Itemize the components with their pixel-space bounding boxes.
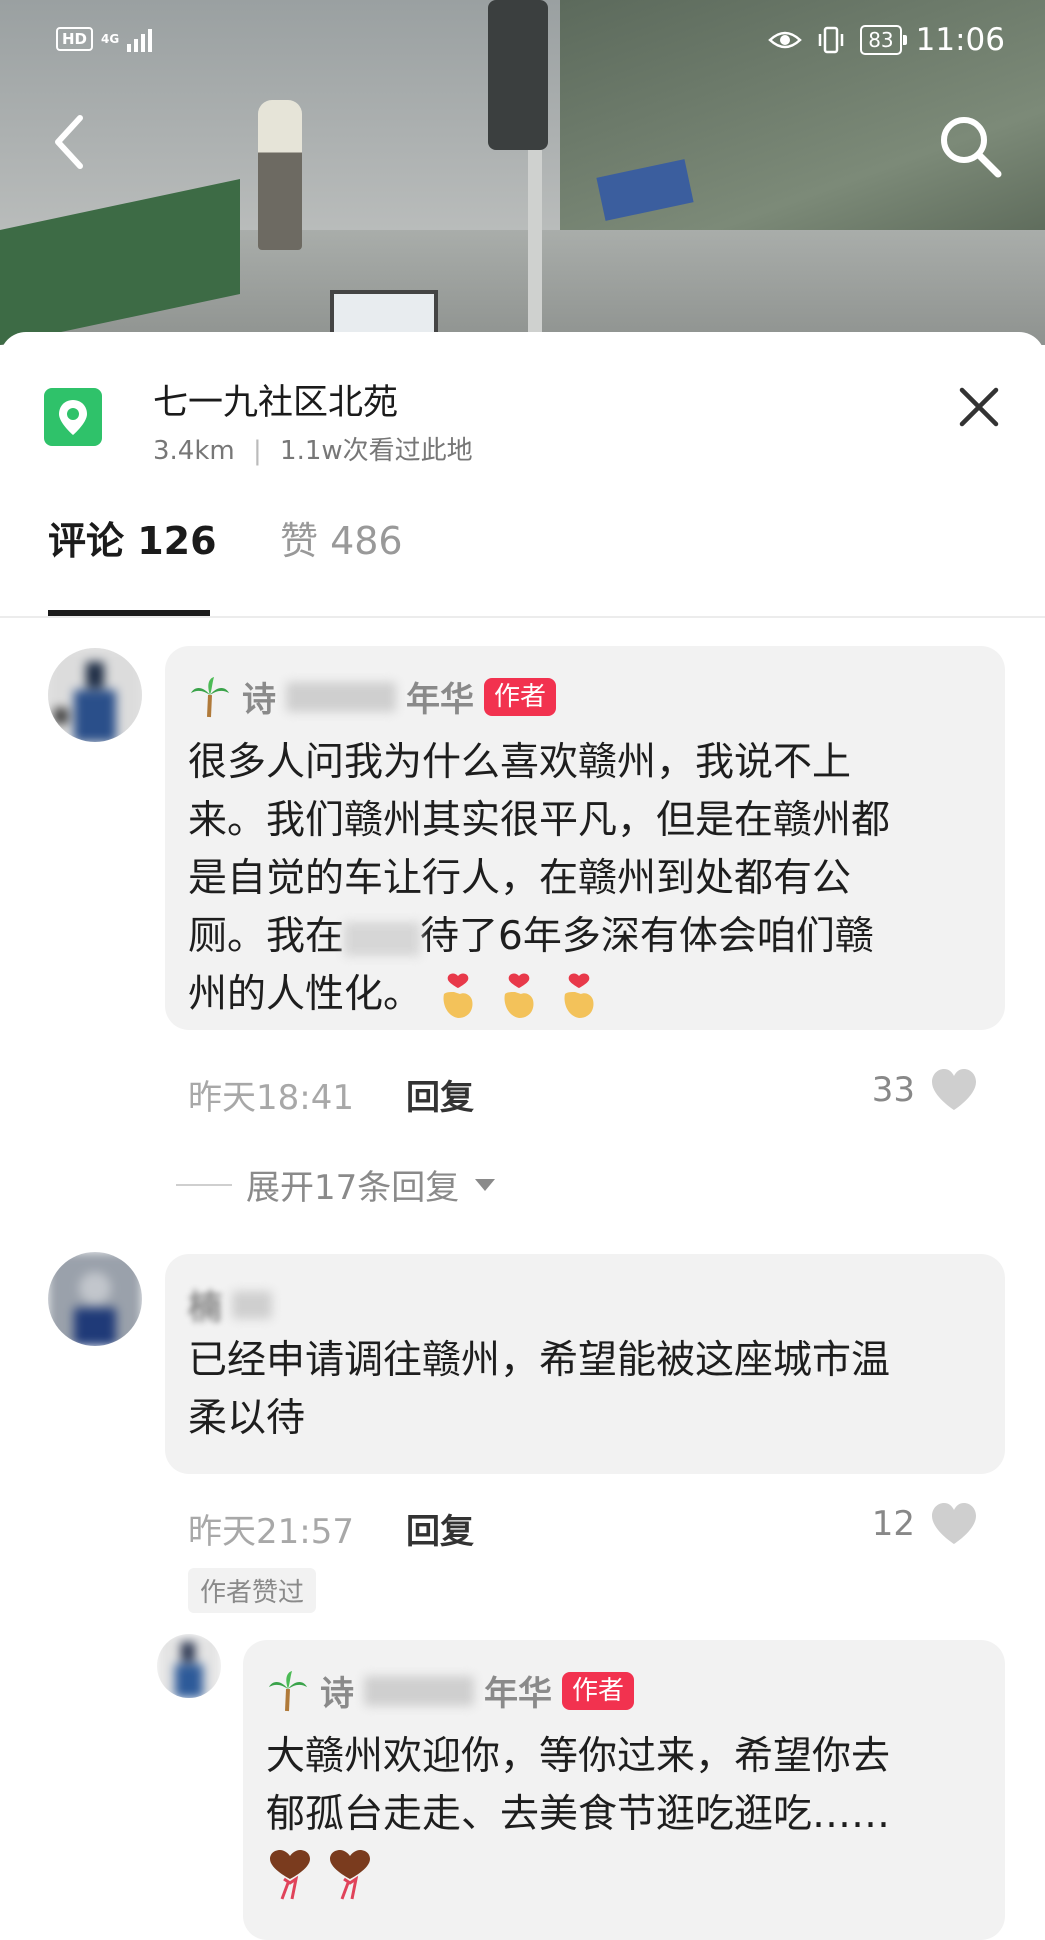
comment-text: 很多人问我为什么喜欢赣州，我说不上 来。我们赣州其实很平凡，但是在赣州都 是自觉…: [188, 734, 988, 1024]
palm-tree-icon: [269, 1670, 307, 1711]
author-name-blurred: [286, 681, 396, 712]
comment-line: 已经申请调往赣州，希望能被这座城市温: [188, 1338, 891, 1383]
avatar[interactable]: [48, 1252, 142, 1346]
author-name-start: 诗: [242, 680, 276, 720]
chocolate-heart-emoji: [330, 1849, 371, 1900]
status-right: 83 11:06: [768, 22, 1005, 58]
comment-line: 州的人性化。: [188, 966, 988, 1024]
expand-replies-button[interactable]: 展开17条回复: [176, 1160, 497, 1209]
eye-icon: [768, 31, 803, 49]
reply-author[interactable]: 诗 年华 作者: [266, 1666, 635, 1715]
network-type: 4G: [101, 32, 120, 46]
author-name-start: 诗: [320, 1674, 354, 1714]
reply-button[interactable]: 回复: [406, 1504, 474, 1553]
back-button[interactable]: [44, 112, 94, 172]
author-name-blurred: [364, 1675, 474, 1706]
status-left: HD 4G: [56, 26, 153, 52]
tab-divider: [0, 616, 1045, 618]
photo-person: [258, 100, 302, 250]
tab-likes[interactable]: 赞 486: [280, 510, 403, 565]
chocolate-heart-emoji: [270, 1849, 310, 1900]
like-count: 33: [871, 1070, 915, 1110]
close-button[interactable]: [954, 382, 1004, 432]
comment-line: 厕。我在 待了6年多深有体会咱们赣: [188, 914, 874, 959]
expand-divider: [176, 1183, 232, 1186]
reply-line: 大赣州欢迎你，等你过来，希望你去: [266, 1734, 891, 1779]
comment-author[interactable]: 诗 年华 作者: [188, 672, 557, 721]
comment-time: 昨天21:57: [188, 1512, 354, 1552]
author-liked-chip: 作者赞过: [188, 1568, 317, 1613]
location-views: 1.1w次看过此地: [280, 436, 473, 466]
finger-heart-emoji: [504, 972, 534, 1018]
finger-heart-emoji: [443, 972, 473, 1018]
author-name-blurred-rest: [232, 1290, 272, 1319]
author-name-blurred: 楠: [188, 1288, 222, 1328]
comment-line: 来。我们赣州其实很平凡，但是在赣州都: [188, 798, 891, 843]
reply-line: [266, 1844, 996, 1902]
hd-badge: HD: [56, 27, 94, 51]
location-distance: 3.4km: [153, 436, 235, 466]
comment-line: 很多人问我为什么喜欢赣州，我说不上: [188, 740, 852, 785]
location-title[interactable]: 七一九社区北苑: [153, 374, 398, 425]
like-heart-icon[interactable]: [930, 1502, 978, 1546]
comment-author[interactable]: 楠: [188, 1280, 272, 1329]
comment-line: 柔以待: [188, 1396, 306, 1441]
caret-down-icon: [475, 1178, 496, 1191]
author-name-end: 年华: [484, 1674, 552, 1714]
redacted-place: [344, 921, 421, 956]
search-button[interactable]: [936, 112, 1006, 182]
expand-label: 展开17条回复: [246, 1168, 460, 1208]
author-badge: 作者: [484, 677, 557, 716]
author-name-end: 年华: [406, 680, 474, 720]
battery-icon: 83: [860, 25, 908, 55]
status-bar: HD 4G 83 11:06: [0, 0, 1045, 80]
reply-line: 郁孤台走走、去美食节逛吃逛吃……: [266, 1792, 891, 1837]
signal-icon: [127, 26, 153, 52]
location-meta: 3.4km | 1.1w次看过此地: [153, 430, 473, 467]
reply-text: 大赣州欢迎你，等你过来，希望你去 郁孤台走走、去美食节逛吃逛吃……: [266, 1728, 996, 1902]
like-heart-icon[interactable]: [930, 1068, 978, 1112]
finger-heart-emoji: [564, 972, 594, 1018]
comment-sheet: 七一九社区北苑 3.4km | 1.1w次看过此地 评论 126 赞 486 诗…: [0, 332, 1045, 1940]
clock: 11:06: [915, 22, 1005, 58]
comment-text: 已经申请调往赣州，希望能被这座城市温 柔以待: [188, 1332, 988, 1448]
like-count: 12: [871, 1504, 915, 1544]
tab-comments[interactable]: 评论 126: [48, 510, 217, 565]
avatar[interactable]: [157, 1634, 221, 1698]
meta-separator: |: [253, 436, 262, 466]
palm-tree-icon: [191, 676, 229, 717]
reply-button[interactable]: 回复: [406, 1070, 474, 1119]
avatar[interactable]: [48, 648, 142, 742]
vibrate-icon: [818, 26, 844, 54]
comment-line: 是自觉的车让行人，在赣州到处都有公: [188, 856, 852, 901]
author-badge: 作者: [562, 1671, 635, 1710]
location-pin-icon: [44, 388, 102, 446]
comment-time: 昨天18:41: [188, 1078, 354, 1118]
